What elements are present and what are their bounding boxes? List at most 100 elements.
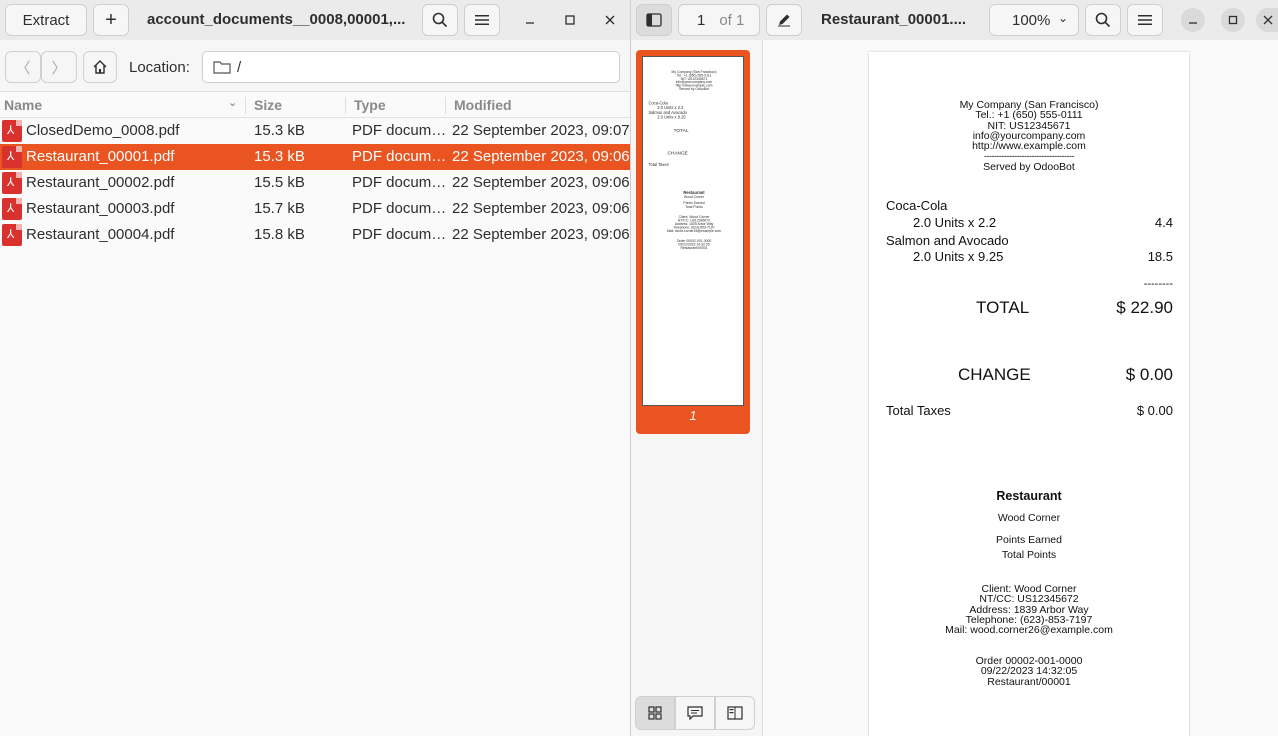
location-label: Location: [129,59,190,76]
thumbnails-view-button[interactable] [635,696,675,730]
order-datetime: 09/22/2023 14:32:05 [980,665,1078,677]
forward-button[interactable]: 〉 [41,51,77,83]
file-modified: 22 September 2023, 09:07 [452,122,630,139]
book-icon [727,706,743,720]
viewer-minimize-button[interactable] [1181,8,1205,32]
home-button[interactable] [83,51,117,83]
file-modified: 22 September 2023, 09:06 [452,200,630,217]
thumbnail-page-number: 1 [689,408,697,423]
column-modified[interactable]: Modified [454,97,512,113]
search-icon [1095,12,1111,28]
minimize-button[interactable] [518,8,542,32]
viewer-window-title: Restaurant_00001.... [821,11,967,28]
viewer-headerbar: 1 of 1 Restaurant_00001.... 100% ⌄ [631,0,1278,40]
pdf-file-icon [2,146,22,168]
viewer-close-button[interactable] [1256,8,1278,32]
pdf-file-icon [2,120,22,142]
toggle-sidebar-button[interactable] [636,4,672,36]
file-list-header: Name ⌄ Size Type Modified [0,93,630,118]
taxes-label: Total Taxes [886,403,951,418]
document-canvas[interactable]: My Company (San Francisco) Tel.: +1 (650… [764,40,1278,736]
outline-view-button[interactable] [715,696,755,730]
viewer-search-button[interactable] [1085,4,1121,36]
sort-chevron-down-icon: ⌄ [228,97,238,109]
minimize-icon [1189,22,1197,24]
order-reference: Restaurant/00001 [987,676,1071,688]
line-item-amount: 18.5 [1147,249,1173,264]
total-label: TOTAL [976,298,1030,317]
folder-icon [213,61,231,74]
chevron-left-icon: 〈 [15,59,31,77]
file-name: ClosedDemo_0008.pdf [26,122,180,139]
hamburger-icon [475,15,489,25]
grid-icon [648,706,662,720]
pdf-page: My Company (San Francisco) Tel.: +1 (650… [869,52,1189,736]
close-button[interactable] [598,8,622,32]
file-type: PDF docum… [352,200,447,217]
section-title: Restaurant [996,489,1062,503]
column-divider [445,97,446,114]
line-item-amount: 4.4 [1154,215,1173,230]
column-divider [245,97,246,114]
file-type: PDF docum… [352,226,447,243]
annotate-button[interactable] [766,4,802,36]
thumbnail-sidebar: My Company (San Francisco) Tel.: +1 (650… [631,40,763,736]
file-row-selected[interactable]: Restaurant_00001.pdf 15.3 kB PDF docum… … [0,144,630,170]
chevron-down-icon: ⌄ [1057,11,1068,25]
customer-name: Wood Corner [997,512,1061,524]
column-name[interactable]: Name [4,97,42,113]
file-row[interactable]: Restaurant_00004.pdf 15.8 kB PDF docum… … [0,222,630,248]
location-bar: 〈 〉 Location: / [0,40,630,92]
maximize-icon [565,15,575,25]
maximize-button[interactable] [558,8,582,32]
file-size: 15.3 kB [254,148,305,165]
zoom-select[interactable]: 100% ⌄ [989,4,1079,36]
page-total: of 1 [719,11,745,29]
file-size: 15.8 kB [254,226,305,243]
close-icon [1263,15,1273,25]
pdf-file-icon [2,198,22,220]
main-menu-button[interactable] [464,4,500,36]
page-thumbnail-selected[interactable]: My Company (San Francisco) Tel.: +1 (650… [636,50,750,434]
file-name: Restaurant_00003.pdf [26,200,175,217]
file-name: Restaurant_00004.pdf [26,226,175,243]
location-field[interactable]: / [202,51,620,83]
file-row[interactable]: Restaurant_00002.pdf 15.5 kB PDF docum… … [0,170,630,196]
comment-icon [687,706,703,720]
file-modified: 22 September 2023, 09:06 [452,226,630,243]
file-modified: 22 September 2023, 09:06 [452,148,630,165]
file-modified: 22 September 2023, 09:06 [452,174,630,191]
viewer-maximize-button[interactable] [1221,8,1245,32]
thumbnail-preview: My Company (San Francisco) Tel.: +1 (650… [643,57,743,250]
back-button[interactable]: 〈 [5,51,41,83]
file-name: Restaurant_00001.pdf [26,148,175,165]
page-number-field[interactable]: 1 of 1 [678,4,760,36]
change-value: $ 0.00 [1125,365,1173,384]
column-size[interactable]: Size [254,97,282,113]
points-earned: Points Earned [996,534,1062,546]
file-row[interactable]: ClosedDemo_0008.pdf 15.3 kB PDF docum… 2… [0,118,630,144]
taxes-value: $ 0.00 [1136,403,1173,418]
zoom-value: 100% [1012,11,1051,29]
column-type[interactable]: Type [354,97,386,113]
change-label: CHANGE [958,365,1031,384]
annotations-view-button[interactable] [675,696,715,730]
file-type: PDF docum… [352,174,447,191]
viewer-menu-button[interactable] [1127,4,1163,36]
close-icon [605,15,615,25]
client-ntcc: NT/CC: US12345672 [979,593,1079,605]
sidebar-icon [646,13,662,27]
search-button[interactable] [422,4,458,36]
extract-label: Extract [22,11,70,29]
add-files-button[interactable]: + [93,4,129,36]
search-icon [432,12,448,28]
client-mail: Mail: wood.corner26@example.com [945,624,1113,636]
file-row[interactable]: Restaurant_00003.pdf 15.7 kB PDF docum… … [0,196,630,222]
extract-button[interactable]: Extract [5,4,87,36]
document-viewer-window: 1 of 1 Restaurant_00001.... 100% ⌄ My Co… [630,0,1278,736]
file-name: Restaurant_00002.pdf [26,174,175,191]
file-size: 15.7 kB [254,200,305,217]
file-type: PDF docum… [352,122,447,139]
total-points: Total Points [1001,549,1057,561]
line-item-qty: 2.0 Units x 2.2 [913,215,997,230]
